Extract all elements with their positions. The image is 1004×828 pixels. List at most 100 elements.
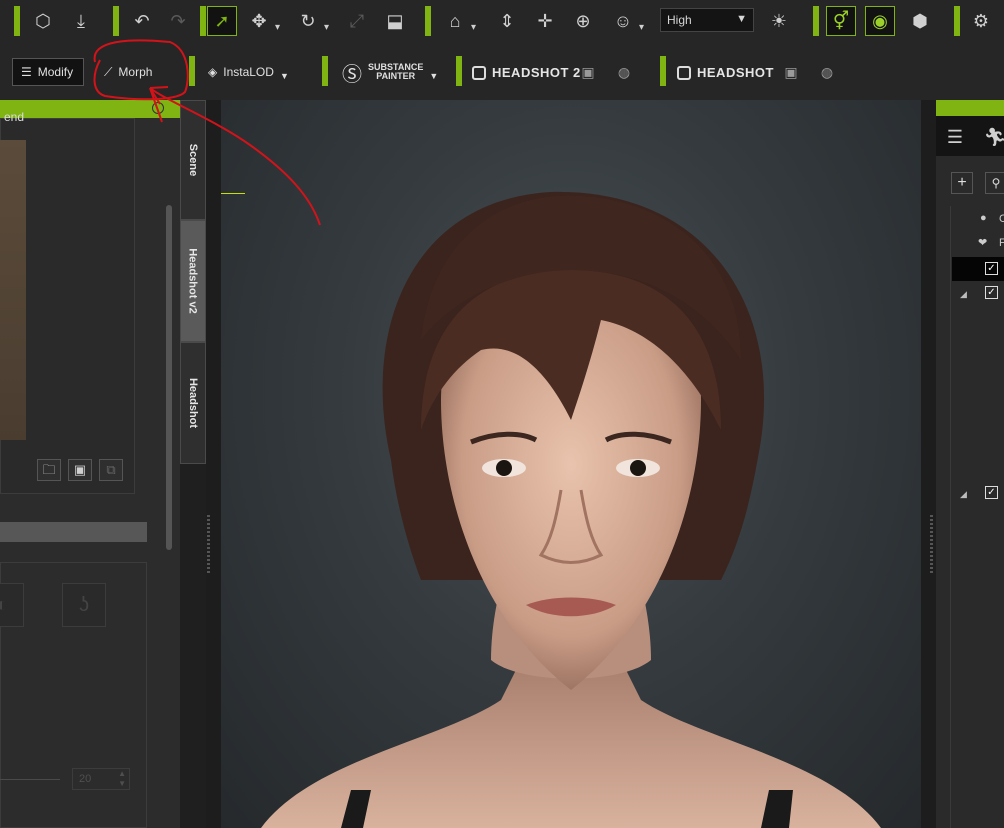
resize-grip[interactable] (207, 515, 210, 575)
toolbar-separator (425, 6, 431, 36)
gender-morph-icon[interactable]: ⚥ (826, 6, 856, 36)
substance-logo-icon: Ⓢ (342, 63, 362, 86)
checkbox[interactable]: ✓ (985, 486, 998, 499)
rotate-tool-icon[interactable]: ↻ (293, 6, 329, 36)
align-tool-icon[interactable]: ⬓ (380, 6, 410, 36)
headshot2-label: HEADSHOT 2 (492, 65, 581, 80)
plugin-toolbar: ☰ Modify ⟋ Morph ◈ InstaLOD ▼ Ⓢ SUBSTANC… (0, 44, 1004, 100)
toolbar-separator (660, 56, 666, 86)
quality-select-value: High (667, 13, 692, 27)
close-panel-icon[interactable] (152, 102, 164, 114)
redo-icon[interactable]: ↷ (163, 6, 193, 36)
modify-button[interactable]: ☰ Modify (12, 58, 84, 86)
instalod-logo-icon: ◈ (208, 65, 218, 79)
face-camera-icon[interactable]: ☺ (608, 6, 644, 36)
expand-triangle-icon[interactable]: ◢ (960, 489, 967, 500)
save-icon[interactable]: ▣ (68, 459, 92, 481)
modify-button-label: Modify (37, 65, 74, 79)
chevron-down-icon: ▼ (429, 71, 439, 81)
headshot-label: HEADSHOT (697, 65, 774, 80)
right-panel-header (936, 100, 1004, 116)
home-view-icon[interactable]: ⌂ (440, 6, 476, 36)
face-part-button[interactable]: ◐ (0, 583, 24, 627)
instalod-button[interactable]: ◈ InstaLOD ▼ (200, 58, 304, 86)
left-scrollbar[interactable] (166, 205, 172, 550)
toolbar-separator (189, 56, 195, 86)
value-spinner[interactable]: 20 ▲ ▼ (72, 768, 130, 790)
section-header-bar (0, 522, 147, 542)
headshot-button[interactable]: HEADSHOT (677, 65, 774, 80)
preview-image (0, 140, 26, 440)
checkbox[interactable]: ✓ (985, 286, 998, 299)
spinner-arrows-icon: ▲ ▼ (118, 769, 126, 788)
cubes-icon[interactable]: ⬢ (905, 6, 935, 36)
quality-select[interactable]: High ▼ (660, 8, 754, 32)
person-icon[interactable]: ⚲ (985, 172, 1004, 194)
scene-manager-icon[interactable]: ⬡ (28, 6, 58, 36)
pan-view-icon[interactable]: ✛ (530, 6, 560, 36)
visibility-morph-icon[interactable]: ◉ (865, 6, 895, 36)
headshot2-photo-icon[interactable]: ▣ (578, 62, 598, 82)
tab-motion-icon[interactable]: 🏃︎ (980, 122, 1004, 152)
pupil-left (496, 460, 512, 476)
heart-icon: ❤ (978, 237, 988, 249)
3d-viewport[interactable] (221, 100, 921, 828)
toolbar-separator (14, 6, 20, 36)
substance-label-line2: PAINTER (376, 71, 416, 81)
morph-icon: ⟋ (104, 64, 113, 79)
chevron-down-icon: ▼ (736, 13, 747, 25)
tab-scene[interactable]: Scene (180, 100, 206, 220)
headshot-logo-icon (472, 65, 486, 80)
tab-headshot[interactable]: Headshot (180, 342, 206, 464)
substance-painter-button[interactable]: Ⓢ SUBSTANCE PAINTER ▼ (334, 58, 438, 86)
dot-icon: ● (980, 212, 987, 224)
pupil-right (630, 460, 646, 476)
headshot-photo-icon[interactable]: ▣ (781, 62, 801, 82)
light-icon[interactable]: ☀ (764, 6, 794, 36)
substance-label: SUBSTANCE PAINTER (368, 63, 423, 81)
tree-list (950, 206, 1004, 828)
select-tool-icon[interactable]: ➚ (207, 6, 237, 36)
morph-button[interactable]: ⟋ Morph (96, 58, 174, 86)
tree-row-label: F (999, 237, 1004, 249)
headshot2-button[interactable]: HEADSHOT 2 (472, 65, 581, 80)
expand-triangle-icon[interactable]: ◢ (960, 289, 967, 300)
export-icon[interactable]: ⧉ (99, 459, 123, 481)
scale-tool-icon[interactable]: ⤢ (342, 6, 372, 36)
instalod-label: InstaLOD (223, 65, 274, 79)
checkbox[interactable]: ✓ (985, 262, 998, 275)
tab-modify-icon[interactable]: ☰ (940, 122, 970, 152)
resize-grip[interactable] (930, 515, 933, 575)
toolbar-separator (113, 6, 119, 36)
tab-headshot-v2[interactable]: Headshot v2 (180, 220, 206, 342)
sliders-icon: ☰ (21, 65, 32, 79)
slider-track[interactable] (0, 779, 60, 780)
spinner-value: 20 (79, 773, 92, 785)
tab-headshot-label: Headshot (187, 377, 199, 429)
tab-scene-label: Scene (187, 143, 200, 177)
panel-divider[interactable] (206, 100, 221, 828)
undo-icon[interactable]: ↶ (127, 6, 157, 36)
tree-row-selected[interactable]: ✓ (952, 257, 1004, 281)
viewport-marker (221, 193, 245, 194)
character-settings-icon[interactable]: ⚙ (966, 6, 996, 36)
camera-reset-icon[interactable]: ⤓ (66, 6, 96, 36)
add-icon[interactable]: + (951, 172, 973, 194)
right-divider[interactable] (921, 100, 936, 828)
headshot2-head-icon[interactable]: ◍ (614, 62, 634, 82)
headshot-head-icon[interactable]: ◍ (817, 62, 837, 82)
toolbar-separator (954, 6, 960, 36)
move-tool-icon[interactable]: ✥ (244, 6, 280, 36)
open-folder-icon[interactable]: 🗀 (37, 459, 61, 481)
tree-row-label: C (999, 213, 1004, 225)
panel-header-fragment: end (4, 110, 25, 124)
headshot-logo-icon (677, 65, 691, 80)
fit-vertical-icon[interactable]: ⇕ (492, 6, 522, 36)
orbit-view-icon[interactable]: ⊕ (568, 6, 598, 36)
ear-icon[interactable]: ʖ (62, 583, 106, 627)
tab-headshot-v2-label: Headshot v2 (187, 248, 200, 314)
tree-row[interactable]: ● C (950, 208, 1004, 232)
chevron-down-icon: ▼ (279, 71, 289, 81)
tree-row[interactable]: ❤ F (950, 232, 1004, 256)
toolbar-separator (322, 56, 328, 86)
